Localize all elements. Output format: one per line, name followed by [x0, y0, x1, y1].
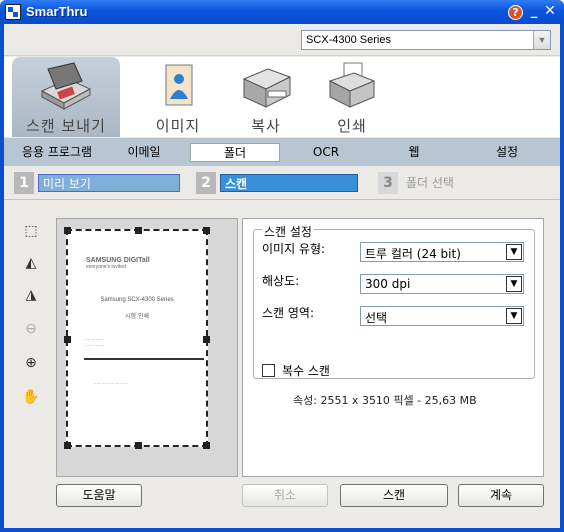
zoom-in-icon[interactable]: ⊕	[20, 352, 42, 374]
doc-fine-print: ······· ········	[84, 343, 105, 348]
doc-footer-text: ···························	[94, 381, 129, 386]
mode-label: 이미지	[155, 117, 201, 135]
model-row: SCX-4300 Series ▼	[4, 24, 560, 56]
hand-pan-icon[interactable]: ✋	[20, 386, 42, 408]
resolution-select[interactable]: 300 dpi ▼	[360, 274, 524, 294]
tab-settings[interactable]: 설정	[472, 143, 542, 162]
tab-email[interactable]: 이메일	[114, 143, 174, 162]
mode-label: 복사	[251, 117, 281, 135]
mode-scan-send[interactable]: 스캔 보내기	[12, 57, 120, 137]
model-value: SCX-4300 Series	[306, 34, 391, 46]
multi-scan-label: 복수 스캔	[282, 364, 330, 378]
doc-rule	[84, 358, 204, 360]
doc-subtitle: 시험 인쇄	[125, 313, 149, 320]
app-logo-icon	[5, 4, 21, 20]
tab-ocr[interactable]: OCR	[296, 143, 356, 162]
preview-document: SAMSUNG DIGITall everyone's invited Sams…	[64, 227, 210, 449]
chevron-down-icon[interactable]: ▼	[506, 308, 522, 324]
mode-print[interactable]: 인쇄	[302, 57, 402, 137]
zoom-out-icon[interactable]: ⊖	[20, 318, 42, 340]
help-icon[interactable]: ?	[508, 5, 523, 20]
chevron-down-icon[interactable]: ▼	[506, 276, 522, 292]
model-select[interactable]: SCX-4300 Series ▼	[301, 30, 551, 50]
title-bar[interactable]: SmarThru ? _ ✕	[0, 0, 564, 24]
step-number: 1	[14, 172, 34, 194]
select-area-icon[interactable]: ⬚	[20, 220, 42, 242]
crop-handle[interactable]	[203, 442, 210, 449]
tab-folder[interactable]: 폴더	[190, 143, 280, 162]
crop-handle[interactable]	[64, 227, 71, 234]
continue-button[interactable]: 계속	[458, 484, 544, 507]
resolution-value: 300 dpi	[365, 277, 411, 291]
mode-bar: 스캔 보내기 이미지 복사 인쇄	[4, 57, 560, 137]
resolution-label: 해상도:	[262, 274, 300, 288]
scanner-icon	[40, 62, 92, 110]
image-icon	[165, 64, 193, 106]
image-properties: 속성: 2551 x 3510 픽셀 - 25,63 MB	[293, 394, 477, 407]
step-bar: 1 미리 보기 2 스캔 3 폴더 선택	[4, 166, 560, 200]
doc-logo-text: SAMSUNG DIGITall	[86, 257, 150, 264]
subtab-bar: 응용 프로그램 이메일 폴더 OCR 웹 설정	[4, 138, 560, 166]
minimize-button[interactable]: _	[527, 4, 541, 20]
crop-handle[interactable]	[64, 442, 71, 449]
step-label: 폴더 선택	[406, 176, 454, 190]
scan-area-value: 선택	[365, 311, 388, 325]
step-preview[interactable]: 1 미리 보기	[14, 172, 184, 194]
step-scan[interactable]: 2 스캔	[196, 172, 362, 194]
scan-area-label: 스캔 영역:	[262, 306, 315, 320]
multi-scan-checkbox[interactable]	[262, 364, 275, 377]
scan-settings-panel: 스캔 설정 이미지 유형: 트루 컬러 (24 bit) ▼ 해상도: 300 …	[242, 218, 544, 477]
crop-handle[interactable]	[135, 442, 142, 449]
step-label: 스캔	[220, 174, 358, 192]
step-number: 2	[196, 172, 216, 194]
mode-copy[interactable]: 복사	[216, 57, 316, 137]
group-legend: 스캔 설정	[262, 223, 314, 240]
chevron-down-icon[interactable]: ▼	[506, 244, 522, 260]
flip-vertical-icon[interactable]: ◮	[20, 284, 42, 306]
flip-horizontal-icon[interactable]: ◭	[20, 252, 42, 274]
image-type-select[interactable]: 트루 컬러 (24 bit) ▼	[360, 242, 524, 262]
step-select-folder[interactable]: 3 폴더 선택	[378, 172, 528, 194]
mode-image[interactable]: 이미지	[128, 57, 228, 137]
app-window: SmarThru ? _ ✕ SCX-4300 Series ▼ 스캔 보내기	[0, 0, 564, 532]
doc-logo: SAMSUNG DIGITall everyone's invited	[86, 257, 196, 270]
preview-area[interactable]: SAMSUNG DIGITall everyone's invited Sams…	[56, 218, 238, 477]
tab-application[interactable]: 응용 프로그램	[16, 143, 98, 162]
scan-area-select[interactable]: 선택 ▼	[360, 306, 524, 326]
crop-handle[interactable]	[64, 336, 71, 343]
crop-handle[interactable]	[203, 227, 210, 234]
crop-handle[interactable]	[203, 336, 210, 343]
doc-logo-subtitle: everyone's invited	[86, 264, 126, 270]
chevron-down-icon[interactable]: ▼	[533, 31, 550, 49]
image-type-label: 이미지 유형:	[262, 242, 326, 256]
cancel-button[interactable]: 취소	[242, 484, 328, 507]
mode-label: 인쇄	[337, 117, 367, 135]
scan-settings-group: 스캔 설정 이미지 유형: 트루 컬러 (24 bit) ▼ 해상도: 300 …	[253, 223, 535, 379]
image-type-value: 트루 컬러 (24 bit)	[365, 247, 461, 261]
mode-label: 스캔 보내기	[26, 117, 106, 135]
copier-icon	[242, 68, 292, 108]
crop-handle[interactable]	[135, 227, 142, 234]
doc-title: Samsung SCX-4300 Series	[100, 297, 174, 303]
doc-fine-print: ········ ······	[84, 337, 104, 342]
help-button[interactable]: 도움말	[56, 484, 142, 507]
window-title: SmarThru	[26, 4, 88, 19]
tab-web[interactable]: 웹	[384, 143, 444, 162]
scan-button[interactable]: 스캔	[340, 484, 448, 507]
step-number: 3	[378, 172, 398, 194]
close-button[interactable]: ✕	[543, 3, 557, 19]
printer-icon	[328, 62, 376, 108]
client-area: SCX-4300 Series ▼ 스캔 보내기 이미지 복사 인쇄 응용 프로…	[4, 24, 560, 528]
step-label: 미리 보기	[38, 174, 180, 192]
